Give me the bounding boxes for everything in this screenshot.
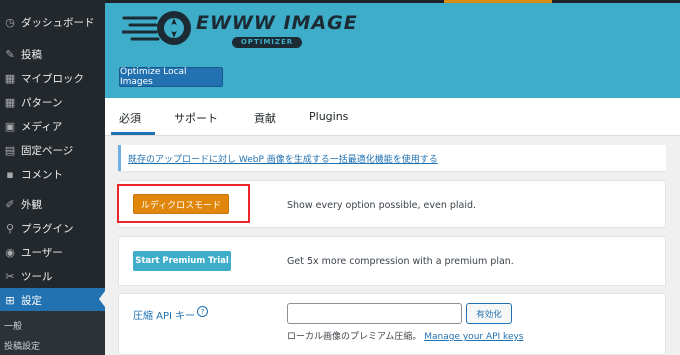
sidebar-item-label: コメント [21, 168, 63, 181]
patterns-icon: ▦ [4, 95, 16, 109]
highlight-box [117, 184, 250, 223]
api-key-description: ローカル画像のプレミアム圧縮。 Manage your API keys [287, 329, 524, 342]
sidebar-item-label: 投稿 [21, 48, 42, 61]
blocks-icon: ▦ [4, 71, 16, 85]
tools-icon: ✂ [5, 269, 15, 283]
active-tab-indicator [111, 132, 155, 135]
logo-wordmark: EWWW IMAGE [196, 12, 358, 34]
sidebar-item-label: プラグイン [21, 222, 74, 235]
comment-icon: ▪ [6, 167, 14, 181]
sidebar-item-settings[interactable]: ⊞ 設定 [0, 288, 105, 312]
optimize-local-images-button[interactable]: Optimize Local Images [119, 67, 223, 87]
admin-bar-highlight [444, 0, 552, 3]
ludicrous-description: Show every option possible, even plaid. [287, 200, 477, 211]
api-key-input[interactable] [287, 303, 462, 324]
admin-sidebar: ◷ ダッシュボード ✎ 投稿 ▦ マイブロック ▦ パターン ▣ メディア ▤ … [0, 0, 105, 355]
tab-support[interactable]: サポート [174, 110, 218, 126]
start-premium-trial-button[interactable]: Start Premium Trial [133, 251, 231, 271]
tab-essential[interactable]: 必須 [119, 110, 141, 126]
sidebar-item-comments[interactable]: ▪ コメント [0, 162, 105, 186]
webp-bulk-link[interactable]: 既存のアップロードに対し WebP 画像を生成する一括最適化機能を使用する [128, 152, 438, 165]
sidebar-item-dashboard[interactable]: ◷ ダッシュボード [0, 10, 105, 34]
pin-icon: ✎ [5, 47, 15, 61]
sidebar-item-label: ダッシュボード [21, 16, 95, 29]
sidebar-item-tools[interactable]: ✂ ツール [0, 264, 105, 288]
premium-description: Get 5x more compression with a premium p… [287, 256, 514, 267]
ewww-logo-icon [122, 11, 191, 45]
api-description-text: ローカル画像のプレミアム圧縮。 [287, 332, 422, 342]
sidebar-item-label: ツール [21, 270, 53, 283]
api-key-label: 圧縮 API キー [133, 311, 196, 322]
sidebar-item-label: ユーザー [21, 246, 63, 259]
sidebar-item-plugins[interactable]: ⚲ プラグイン [0, 216, 105, 240]
sidebar-item-label: メディア [21, 120, 63, 133]
manage-api-keys-link[interactable]: Manage your API keys [424, 332, 523, 342]
media-icon: ▣ [4, 119, 16, 133]
users-icon: ◉ [5, 245, 15, 259]
sidebar-item-label: 固定ページ [21, 144, 74, 157]
tab-plugins[interactable]: Plugins [309, 110, 348, 123]
admin-bar-strip [105, 0, 680, 3]
logo-subtitle: OPTIMIZER [232, 37, 302, 48]
activate-api-key-button[interactable]: 有効化 [466, 303, 512, 324]
dashboard-icon: ◷ [5, 15, 15, 29]
sidebar-item-label: パターン [21, 96, 63, 109]
sidebar-item-my-blocks[interactable]: ▦ マイブロック [0, 66, 105, 90]
submenu-item-writing[interactable]: 投稿設定 [0, 339, 105, 352]
sidebar-item-patterns[interactable]: ▦ パターン [0, 90, 105, 114]
sidebar-item-pages[interactable]: ▤ 固定ページ [0, 138, 105, 162]
settings-icon: ⊞ [5, 293, 15, 307]
sidebar-item-media[interactable]: ▣ メディア [0, 114, 105, 138]
plugin-icon: ⚲ [5, 221, 15, 235]
sidebar-item-label: マイブロック [21, 72, 84, 85]
sidebar-item-appearance[interactable]: ✐ 外観 [0, 192, 105, 216]
settings-submenu: 一般 投稿設定 [0, 311, 105, 355]
tab-contribute[interactable]: 貢献 [254, 110, 276, 126]
submenu-item-general[interactable]: 一般 [0, 319, 105, 332]
sidebar-item-label: 外観 [21, 198, 42, 211]
sidebar-item-users[interactable]: ◉ ユーザー [0, 240, 105, 264]
appearance-icon: ✐ [5, 197, 15, 211]
sidebar-item-label: 設定 [21, 294, 42, 307]
help-icon[interactable]: ? [197, 306, 208, 317]
sidebar-item-posts[interactable]: ✎ 投稿 [0, 42, 105, 66]
page-icon: ▤ [4, 143, 16, 157]
